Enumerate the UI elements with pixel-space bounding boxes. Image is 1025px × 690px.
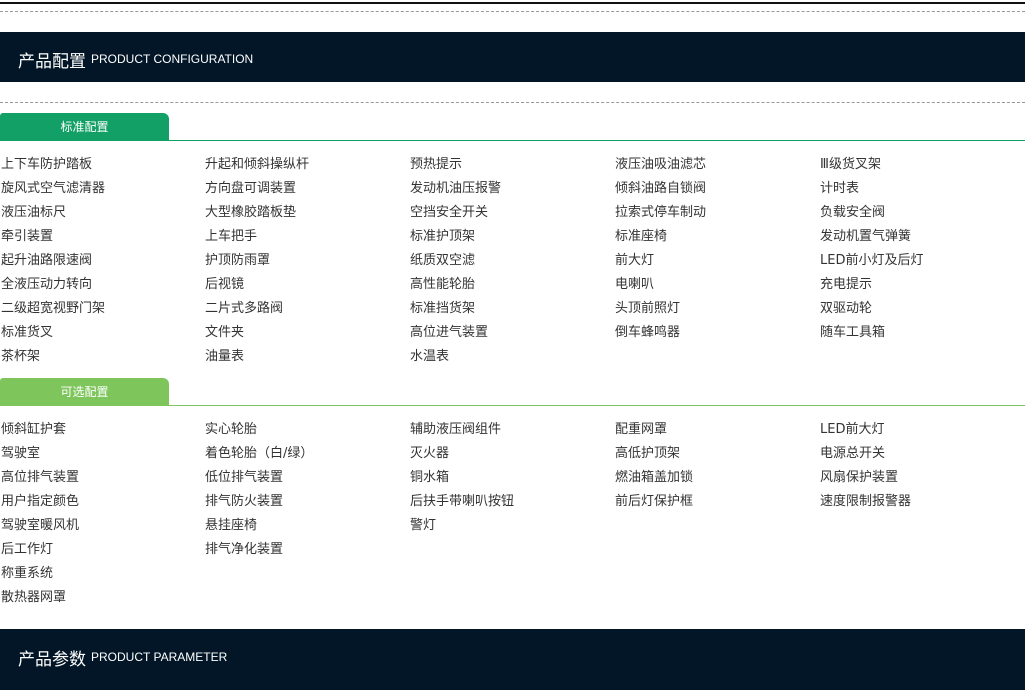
config-item: 称重系统 bbox=[1, 566, 54, 581]
tab-standard-underline bbox=[169, 140, 1025, 141]
config-item: 倒车蜂鸣器 bbox=[615, 325, 681, 340]
config-banner-title-zh: 产品配置 bbox=[18, 52, 86, 72]
parameter-banner-title-zh: 产品参数 bbox=[18, 650, 86, 670]
config-item: 辅助液压阀组件 bbox=[410, 422, 502, 437]
config-item: 头顶前照灯 bbox=[615, 301, 681, 316]
config-item: 标准挡货架 bbox=[410, 301, 476, 316]
config-item: 警灯 bbox=[410, 518, 437, 533]
config-banner-title-en: PRODUCT CONFIGURATION bbox=[91, 52, 254, 66]
config-item: 燃油箱盖加锁 bbox=[615, 470, 694, 485]
config-item: 牵引装置 bbox=[1, 229, 54, 244]
config-item: 纸质双空滤 bbox=[410, 253, 476, 268]
dashed-divider-top bbox=[0, 11, 1025, 12]
config-item: 实心轮胎 bbox=[205, 422, 258, 437]
config-item: 倾斜缸护套 bbox=[1, 422, 67, 437]
config-item: 风扇保护装置 bbox=[820, 470, 899, 485]
config-item: 标准护顶架 bbox=[410, 229, 476, 244]
config-item: 排气防火装置 bbox=[205, 494, 284, 509]
config-item: 高低护顶架 bbox=[615, 446, 681, 461]
config-item: 预热提示 bbox=[410, 157, 463, 172]
config-item: 前后灯保护框 bbox=[615, 494, 694, 509]
config-item: 充电提示 bbox=[820, 277, 873, 292]
config-banner: 产品配置 PRODUCT CONFIGURATION bbox=[0, 32, 1025, 82]
config-item: 灭火器 bbox=[410, 446, 450, 461]
config-item: 全液压动力转向 bbox=[1, 277, 93, 292]
config-item: 油量表 bbox=[205, 349, 245, 364]
config-item: 驾驶室暖风机 bbox=[1, 518, 80, 533]
config-item: 随车工具箱 bbox=[820, 325, 886, 340]
config-item: LED前小灯及后灯 bbox=[820, 253, 924, 268]
config-item: 方向盘可调装置 bbox=[205, 181, 297, 196]
config-item: LED前大灯 bbox=[820, 422, 885, 437]
config-item: 高性能轮胎 bbox=[410, 277, 476, 292]
config-item: 双驱动轮 bbox=[820, 301, 873, 316]
config-item: Ⅲ级货叉架 bbox=[820, 157, 881, 172]
tab-standard-config[interactable]: 标准配置 bbox=[0, 113, 169, 141]
config-item: 散热器网罩 bbox=[1, 590, 67, 605]
config-item: 液压油吸油滤芯 bbox=[615, 157, 707, 172]
config-item: 低位排气装置 bbox=[205, 470, 284, 485]
config-item: 着色轮胎（白/绿） bbox=[205, 446, 314, 461]
config-item: 驾驶室 bbox=[1, 446, 41, 461]
config-item: 配重网罩 bbox=[615, 422, 668, 437]
config-item: 标准货叉 bbox=[1, 325, 54, 340]
config-item: 后视镜 bbox=[205, 277, 245, 292]
config-item: 旋风式空气滤清器 bbox=[1, 181, 106, 196]
config-item: 二级超宽视野门架 bbox=[1, 301, 106, 316]
config-item: 液压油标尺 bbox=[1, 205, 67, 220]
config-item: 倾斜油路自锁阀 bbox=[615, 181, 707, 196]
config-item: 高位进气装置 bbox=[410, 325, 489, 340]
config-item: 铜水箱 bbox=[410, 470, 450, 485]
config-item: 文件夹 bbox=[205, 325, 245, 340]
config-item: 电源总开关 bbox=[820, 446, 886, 461]
config-item: 拉索式停车制动 bbox=[615, 205, 707, 220]
config-item: 护顶防雨罩 bbox=[205, 253, 271, 268]
config-item: 前大灯 bbox=[615, 253, 655, 268]
config-item: 发动机油压报警 bbox=[410, 181, 502, 196]
config-item: 茶杯架 bbox=[1, 349, 41, 364]
config-item: 悬挂座椅 bbox=[205, 518, 258, 533]
config-item: 后工作灯 bbox=[1, 542, 54, 557]
config-item: 发动机置气弹簧 bbox=[820, 229, 912, 244]
tab-optional-underline bbox=[169, 405, 1025, 406]
config-item: 计时表 bbox=[820, 181, 860, 196]
config-item: 二片式多路阀 bbox=[205, 301, 284, 316]
config-item: 空挡安全开关 bbox=[410, 205, 489, 220]
top-rule bbox=[0, 2, 1025, 4]
config-item: 大型橡胶踏板垫 bbox=[205, 205, 297, 220]
standard-config-list: 上下车防护踏板 旋风式空气滤清器 液压油标尺牵引装置起升油路限速阀 全液压动力转向 二级… bbox=[1, 153, 1025, 369]
tab-optional-config[interactable]: 可选配置 bbox=[0, 378, 169, 406]
optional-config-list: 倾斜缸护套驾驶室高位排气装置 用户指定颜色 驾驶室暖风机 后工作灯称重系统散热器网罩 实… bbox=[1, 418, 1025, 610]
config-item: 上车把手 bbox=[205, 229, 258, 244]
config-item: 高位排气装置 bbox=[1, 470, 80, 485]
config-item: 起升油路限速阀 bbox=[1, 253, 93, 268]
config-item: 后扶手带喇叭按钮 bbox=[410, 494, 515, 509]
parameter-banner-title-en: PRODUCT PARAMETER bbox=[91, 650, 228, 664]
config-item: 标准座椅 bbox=[615, 229, 668, 244]
config-item: 上下车防护踏板 bbox=[1, 157, 93, 172]
config-item: 用户指定颜色 bbox=[1, 494, 80, 509]
config-item: 升起和倾斜操纵杆 bbox=[205, 157, 310, 172]
config-item: 水温表 bbox=[410, 349, 450, 364]
config-item: 电喇叭 bbox=[615, 277, 655, 292]
config-item: 排气净化装置 bbox=[205, 542, 284, 557]
config-item: 速度限制报警器 bbox=[820, 494, 912, 509]
dashed-divider-middle bbox=[0, 102, 1025, 103]
config-item: 负载安全阀 bbox=[820, 205, 886, 220]
parameter-banner: 产品参数 PRODUCT PARAMETER bbox=[0, 629, 1025, 690]
